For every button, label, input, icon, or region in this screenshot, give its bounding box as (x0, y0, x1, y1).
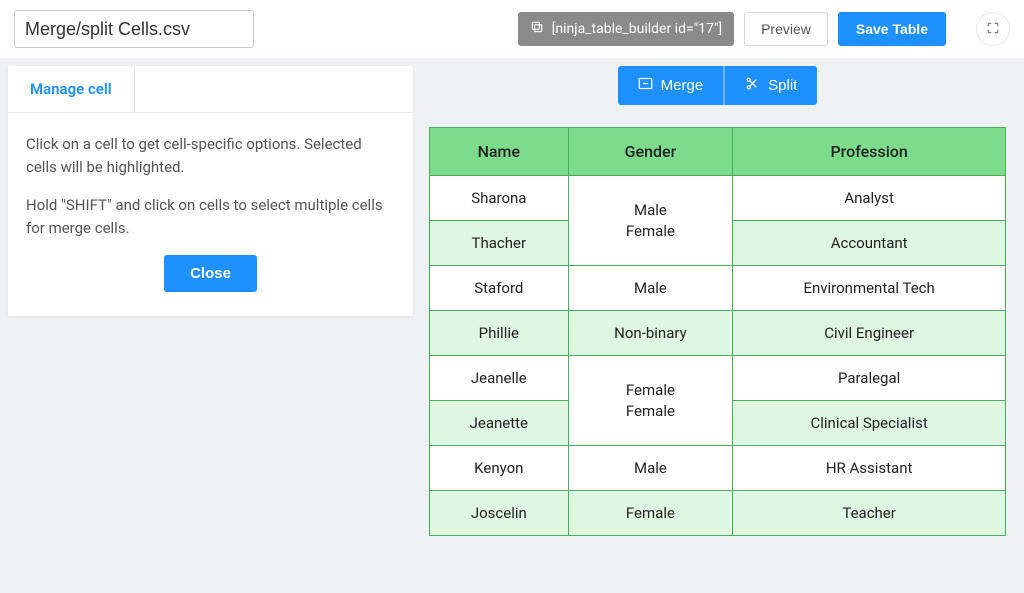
table-header-name[interactable]: Name (430, 128, 569, 176)
table-cell[interactable]: Phillie (430, 311, 569, 356)
table-cell[interactable]: Joscelin (430, 491, 569, 536)
table-cell[interactable]: Jeanelle (430, 356, 569, 401)
table-cell-merged[interactable]: Male Female (568, 176, 733, 266)
table-header-profession[interactable]: Profession (733, 128, 1006, 176)
manage-cell-panel: Manage cell Click on a cell to get cell-… (8, 66, 413, 316)
merge-label: Merge (661, 77, 704, 94)
tab-header: Manage cell (8, 66, 413, 113)
table-cell[interactable]: Female (568, 491, 733, 536)
tab-manage-cell[interactable]: Manage cell (8, 66, 135, 112)
help-text-1: Click on a cell to get cell-specific opt… (26, 133, 395, 178)
merge-button[interactable]: Merge (618, 66, 725, 105)
table-cell[interactable]: Non-binary (568, 311, 733, 356)
copy-icon (530, 20, 544, 38)
table-cell[interactable]: Sharona (430, 176, 569, 221)
table-cell[interactable]: Accountant (733, 221, 1006, 266)
fullscreen-button[interactable] (976, 12, 1010, 46)
fullscreen-icon (986, 21, 1000, 38)
table-cell-merged[interactable]: Female Female (568, 356, 733, 446)
table-header-gender[interactable]: Gender (568, 128, 733, 176)
split-label: Split (768, 77, 797, 94)
table-cell[interactable]: Male (568, 446, 733, 491)
table-actions: Merge Split (429, 66, 1006, 105)
merge-icon (638, 77, 653, 94)
table-cell[interactable]: Environmental Tech (733, 266, 1006, 311)
table-cell[interactable]: Jeanette (430, 401, 569, 446)
table-cell[interactable]: Paralegal (733, 356, 1006, 401)
shortcode-text: [ninja_table_builder id="17"] (552, 21, 722, 37)
table-cell[interactable]: Analyst (733, 176, 1006, 221)
main-area: Manage cell Click on a cell to get cell-… (0, 58, 1024, 536)
shortcode-display[interactable]: [ninja_table_builder id="17"] (518, 12, 734, 46)
table-cell[interactable]: Teacher (733, 491, 1006, 536)
table-cell[interactable]: Thacher (430, 221, 569, 266)
table-area: Merge Split Name Gender (413, 66, 1024, 536)
help-text-2: Hold "SHIFT" and click on cells to selec… (26, 194, 395, 239)
save-table-button[interactable]: Save Table (838, 12, 946, 46)
table-title-input[interactable] (14, 10, 254, 48)
data-table: Name Gender Profession Sharona Male Fema… (429, 127, 1006, 536)
split-button[interactable]: Split (724, 66, 817, 105)
top-bar: [ninja_table_builder id="17"] Preview Sa… (0, 0, 1024, 58)
table-cell[interactable]: Civil Engineer (733, 311, 1006, 356)
close-button[interactable]: Close (164, 255, 257, 292)
panel-body: Click on a cell to get cell-specific opt… (8, 113, 413, 316)
table-cell[interactable]: Staford (430, 266, 569, 311)
preview-button[interactable]: Preview (744, 12, 828, 46)
table-cell[interactable]: Male (568, 266, 733, 311)
table-cell[interactable]: Clinical Specialist (733, 401, 1006, 446)
split-icon (745, 76, 760, 95)
table-cell[interactable]: Kenyon (430, 446, 569, 491)
table-cell[interactable]: HR Assistant (733, 446, 1006, 491)
